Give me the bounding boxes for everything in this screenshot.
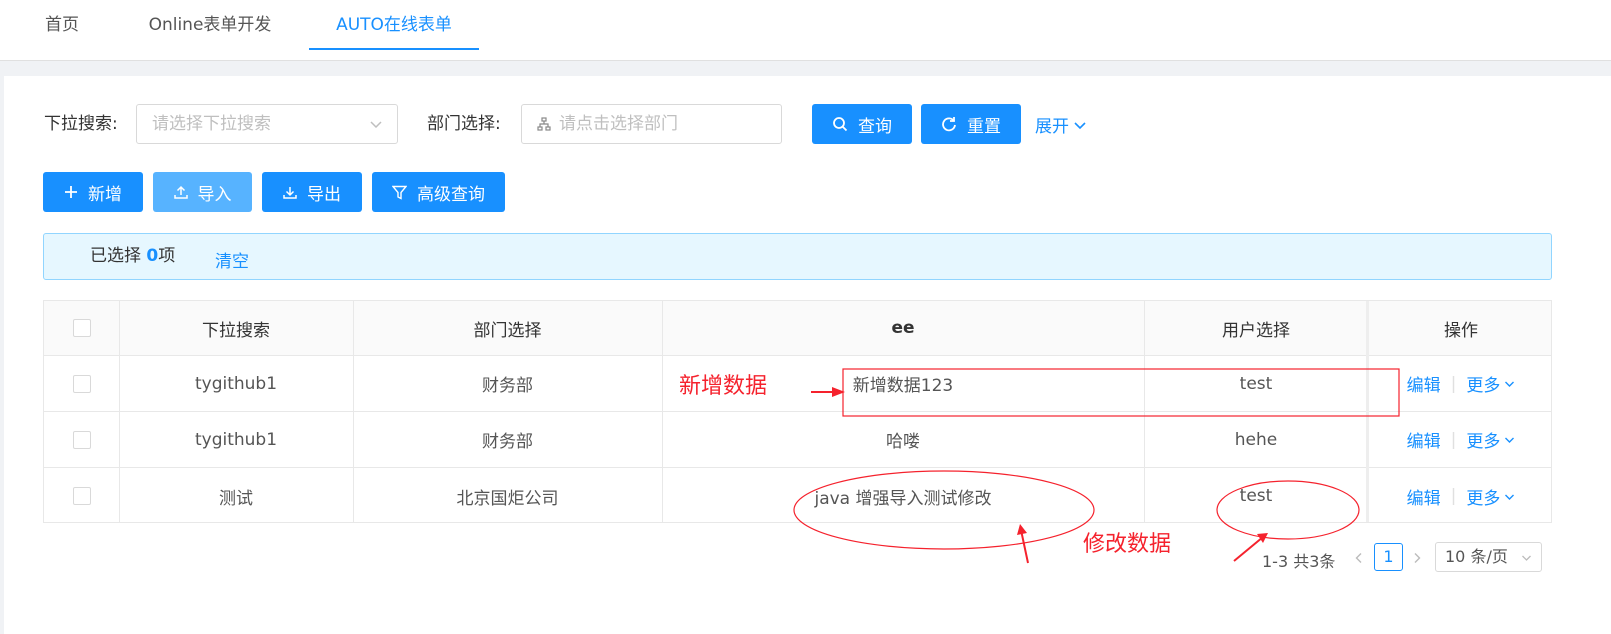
annotation-arrow-ee: [1020, 529, 1029, 564]
annotation-ellipse-user: [1216, 480, 1360, 540]
annotation-arrowhead-ee: [1017, 524, 1027, 535]
annotation-overlay: [793, 368, 1400, 564]
annotation-arrow-user: [1233, 536, 1264, 562]
annotation-ellipse-ee: [793, 470, 1095, 550]
annotation-highlight-box: [842, 368, 1400, 417]
